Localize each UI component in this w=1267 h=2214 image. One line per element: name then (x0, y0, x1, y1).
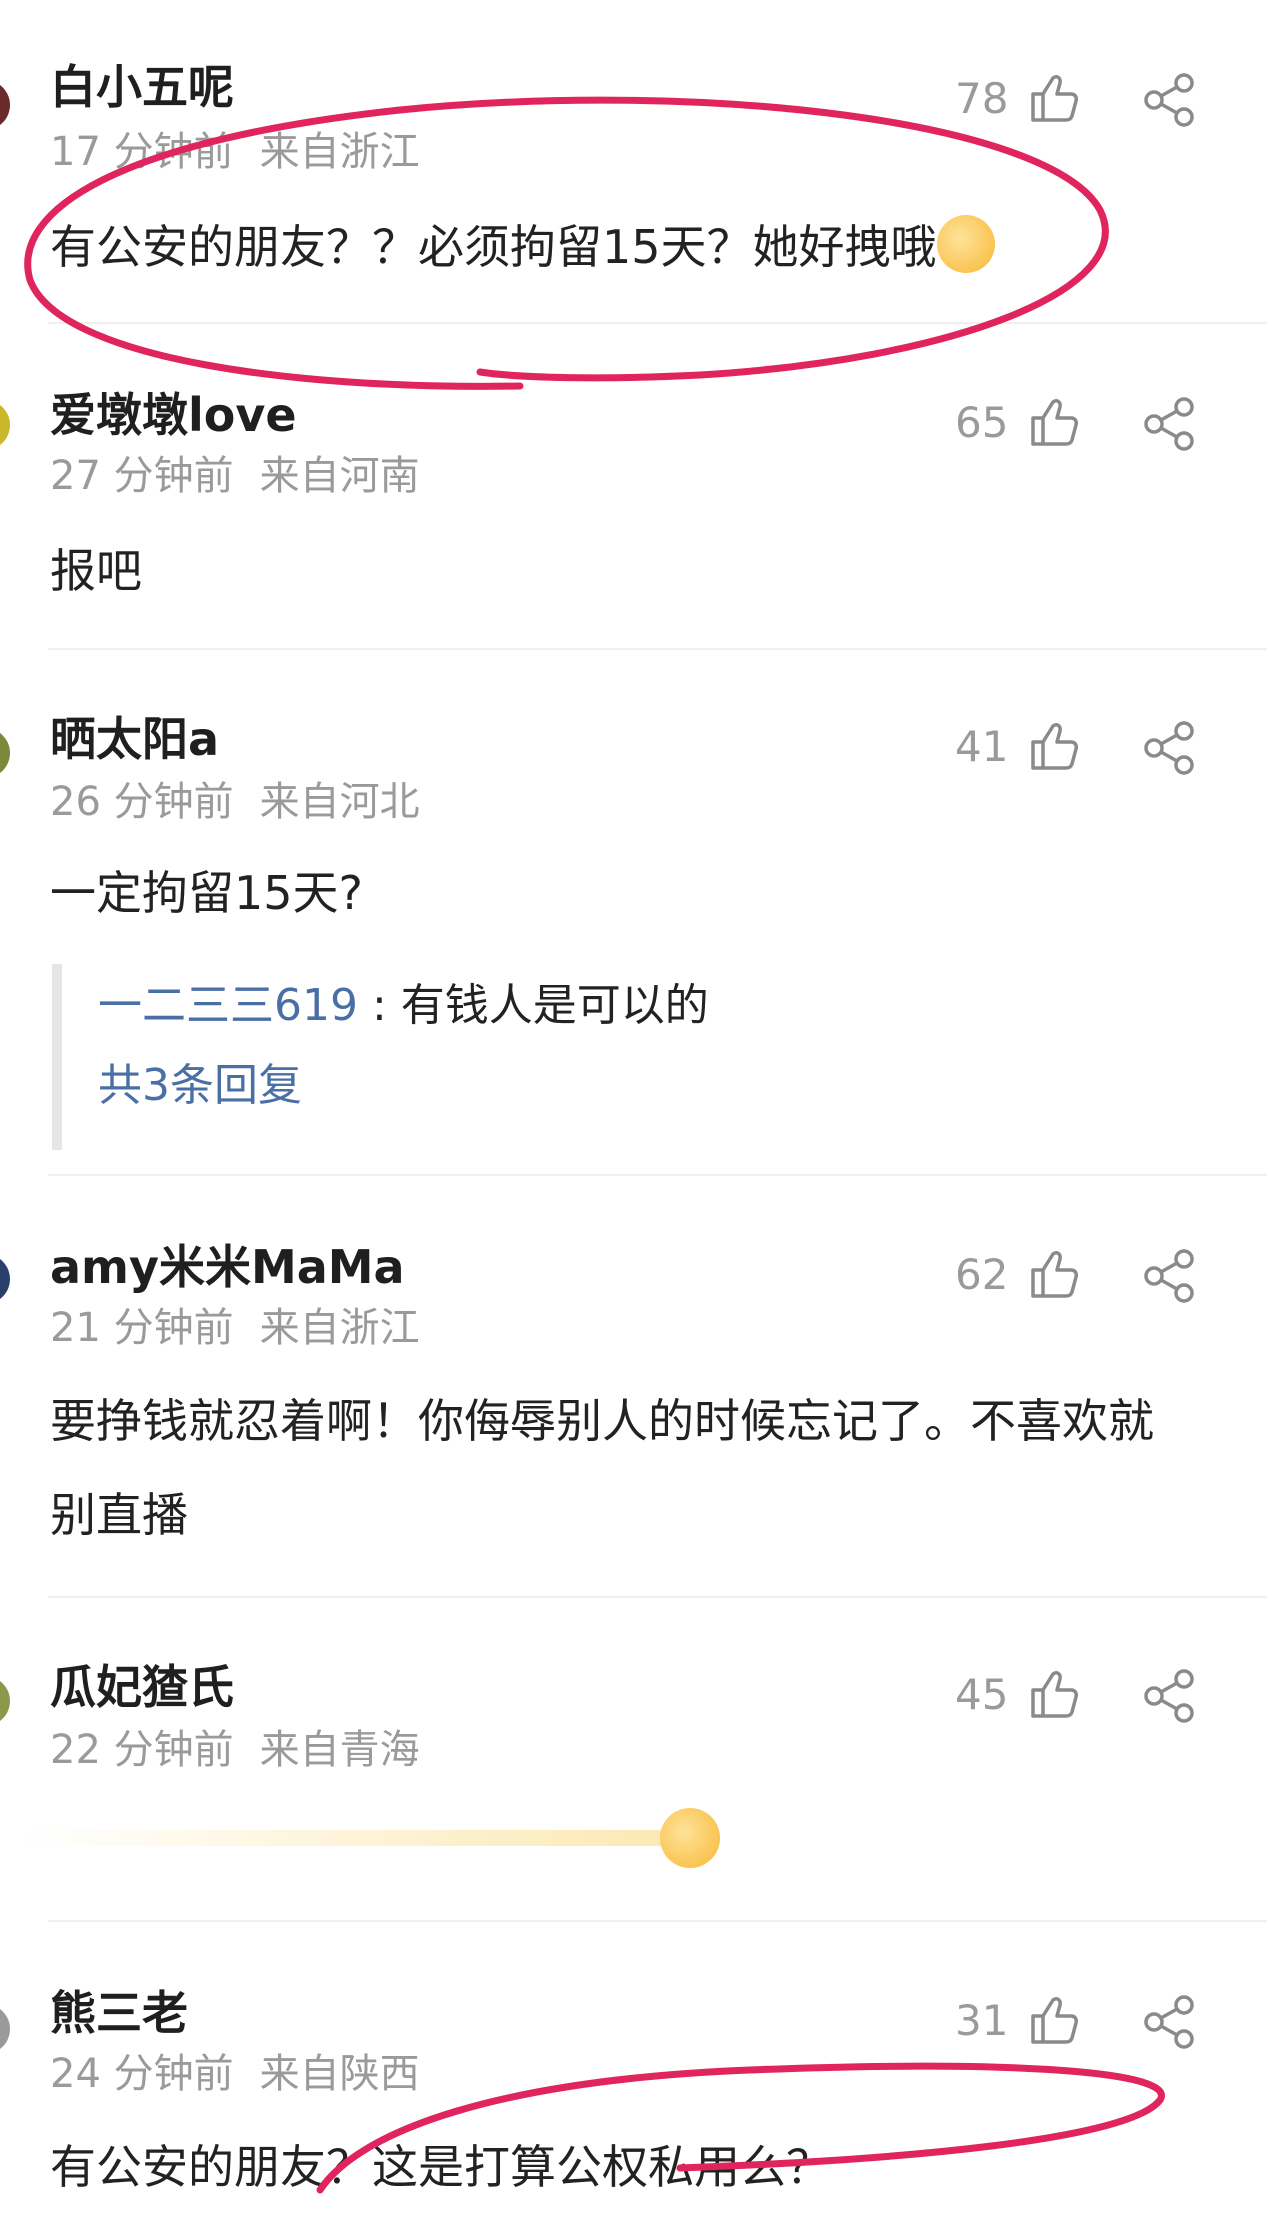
divider (48, 1174, 1267, 1176)
avatar[interactable] (0, 1254, 10, 1304)
comment-text: 报吧 (50, 544, 142, 598)
like-count: 31 (955, 1996, 1009, 2045)
hide-face-emoji (936, 215, 995, 273)
avatar[interactable] (0, 2004, 10, 2054)
thumbs-up-icon[interactable] (1027, 1994, 1079, 2046)
comment-time: 26 分钟前 (50, 779, 234, 825)
thumbs-up-icon[interactable] (1027, 720, 1079, 772)
like-count: 78 (955, 74, 1009, 123)
comment-location: 来自青海 (259, 1727, 420, 1773)
comment-time: 22 分钟前 (50, 1727, 234, 1773)
comment-username[interactable]: 晒太阳a (50, 716, 219, 762)
divider (48, 322, 1267, 324)
comment-meta: 26 分钟前 来自河北 (50, 782, 420, 822)
divider (48, 648, 1267, 650)
avatar[interactable] (0, 80, 10, 130)
comment-text: 要挣钱就忍着啊！你侮辱别人的时候忘记了。不喜欢就别直播 (50, 1394, 1154, 1542)
comment-location: 来自河南 (259, 453, 420, 499)
comment-location: 来自陕西 (259, 2051, 420, 2097)
comment-username[interactable]: 白小五呢 (50, 64, 234, 110)
comment-username[interactable]: 瓜妃猹氏 (50, 1664, 234, 1710)
share-icon[interactable] (1140, 1666, 1200, 1726)
comment-meta: 17 分钟前 来自浙江 (50, 132, 420, 172)
divider (48, 1920, 1267, 1922)
like-count: 45 (955, 1670, 1009, 1719)
avatar[interactable] (0, 728, 10, 778)
comment-meta: 24 分钟前 来自陕西 (50, 2054, 420, 2094)
share-icon[interactable] (1140, 394, 1200, 454)
like-count: 62 (955, 1250, 1009, 1299)
avatar[interactable] (0, 400, 10, 450)
thumbs-up-icon[interactable] (1027, 396, 1079, 448)
share-icon[interactable] (1140, 1992, 1200, 2052)
reply-username[interactable]: 一二三三619 (98, 980, 358, 1031)
comment-text: 有公安的朋友？？必须拘留15天？她好拽哦 (50, 200, 1180, 294)
comment-location: 来自浙江 (259, 129, 420, 175)
divider (48, 1596, 1267, 1598)
reply-text: 有钱人是可以的 (400, 980, 709, 1031)
thumbs-up-icon[interactable] (1027, 1668, 1079, 1720)
comment-meta: 22 分钟前 来自青海 (50, 1730, 420, 1770)
comment-time: 21 分钟前 (50, 1305, 234, 1351)
comment-meta: 27 分钟前 来自河南 (50, 456, 420, 496)
comment-text: 有公安的朋友？这是打算公权私用么？ (50, 2140, 832, 2194)
share-icon[interactable] (1140, 70, 1200, 130)
share-icon[interactable] (1140, 1246, 1200, 1306)
reply-separator: : (357, 980, 401, 1031)
thumbs-up-icon[interactable] (1027, 1248, 1079, 1300)
like-count: 65 (955, 398, 1009, 447)
reply-line: 一二三三619 : 有钱人是可以的 (98, 984, 1198, 1028)
comment-time: 24 分钟前 (50, 2051, 234, 2097)
comment-location: 来自浙江 (259, 1305, 420, 1351)
dash-emoji (20, 1808, 720, 1868)
reply-preview[interactable]: 一二三三619 : 有钱人是可以的 共3条回复 (52, 964, 1198, 1150)
like-count: 41 (955, 722, 1009, 771)
comment-location: 来自河北 (259, 779, 420, 825)
comment-text: 一定拘留15天? (50, 866, 363, 920)
comment-time: 17 分钟前 (50, 129, 234, 175)
comment-time: 27 分钟前 (50, 453, 234, 499)
avatar[interactable] (0, 1676, 10, 1726)
share-icon[interactable] (1140, 718, 1200, 778)
view-more-replies-link[interactable]: 共3条回复 (98, 1064, 1198, 1108)
comment-username[interactable]: amy米米MaMa (50, 1244, 405, 1290)
comment-meta: 21 分钟前 来自浙江 (50, 1308, 420, 1348)
thumbs-up-icon[interactable] (1027, 72, 1079, 124)
comment-username[interactable]: 爱墩墩love (50, 392, 297, 438)
comment-username[interactable]: 熊三老 (50, 1990, 188, 2036)
